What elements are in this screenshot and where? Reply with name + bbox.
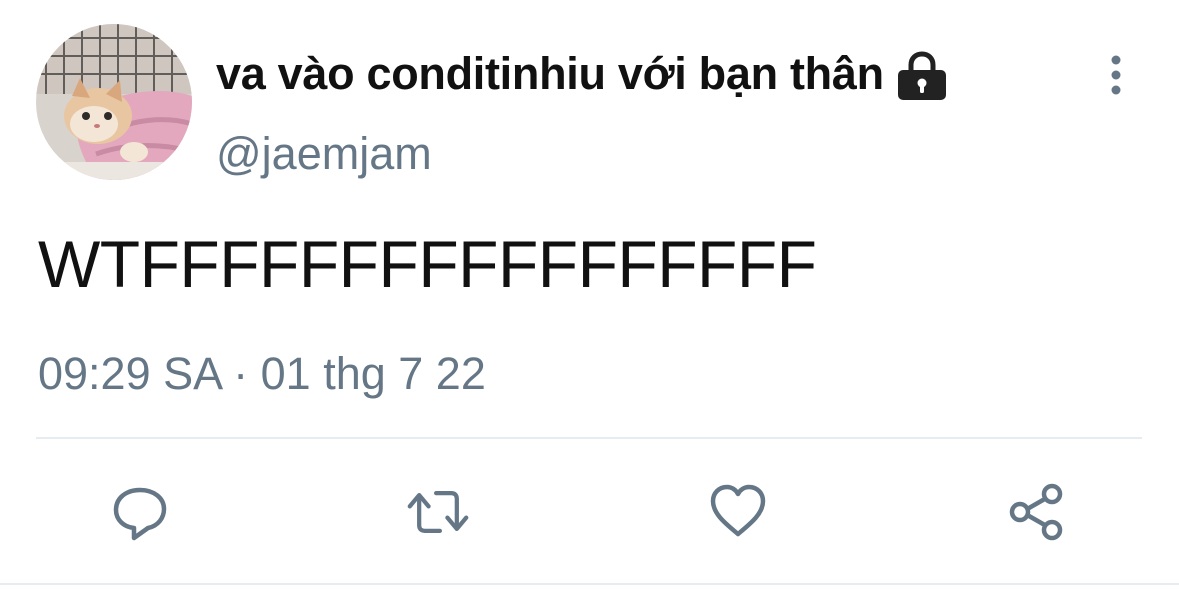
display-name[interactable]: va vào conditinhiu với bạn thân [216, 42, 948, 106]
reply-icon [113, 487, 167, 541]
heart-icon [710, 484, 766, 537]
like-button[interactable] [706, 480, 770, 544]
more-vertical-icon [1111, 55, 1121, 95]
share-button[interactable] [1004, 480, 1068, 544]
tweet-text: WTFFFFFFFFFFFFFFFFF [38, 227, 817, 301]
lock-icon [896, 50, 948, 102]
more-options-button[interactable] [1094, 52, 1138, 98]
retweet-button[interactable] [406, 480, 470, 544]
avatar[interactable] [36, 24, 192, 180]
display-name-text: va vào conditinhiu với bạn thân [216, 48, 884, 99]
reply-button[interactable] [108, 480, 172, 544]
divider [0, 583, 1179, 585]
share-icon [1009, 483, 1063, 541]
user-handle[interactable]: @jaemjam [216, 124, 432, 184]
divider [36, 437, 1142, 439]
retweet-icon [407, 491, 469, 533]
tweet-card: va vào conditinhiu với bạn thân @jaemjam… [0, 0, 1179, 603]
avatar-image [36, 24, 192, 180]
tweet-timestamp[interactable]: 09:29 SA · 01 thg 7 22 [38, 344, 486, 404]
